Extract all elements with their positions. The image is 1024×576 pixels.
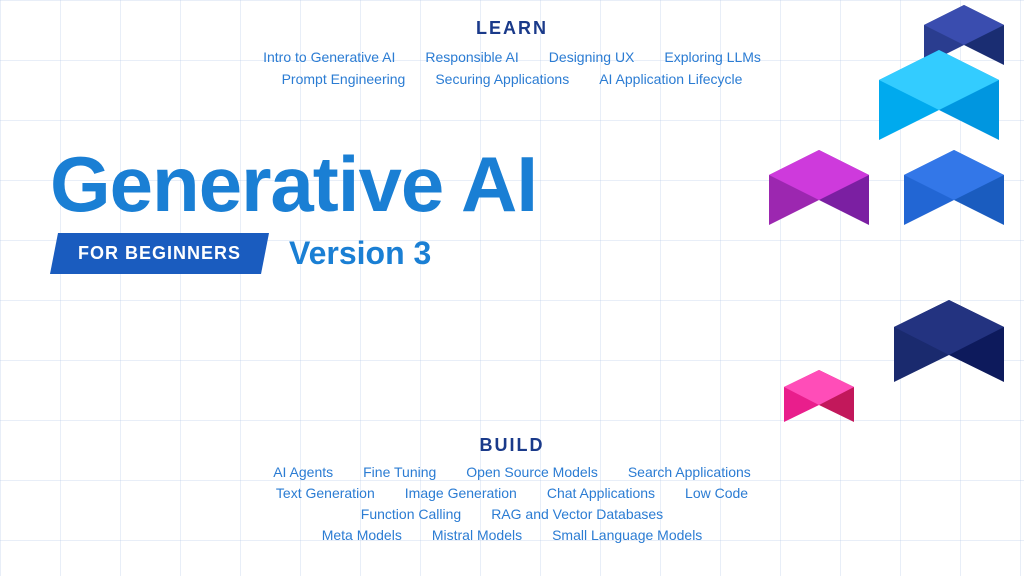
build-link-fine-tuning[interactable]: Fine Tuning [363,464,436,480]
hero-area: Generative AI FOR BEGINNERS Version 3 [50,145,710,274]
build-link-rag[interactable]: RAG and Vector Databases [491,506,663,522]
build-link-ai-agents[interactable]: AI Agents [273,464,333,480]
learn-link-prompt[interactable]: Prompt Engineering [282,71,406,87]
build-link-search-apps[interactable]: Search Applications [628,464,751,480]
cubes-svg [704,0,1024,480]
for-beginners-badge: FOR BEGINNERS [50,233,269,274]
learn-link-intro[interactable]: Intro to Generative AI [263,49,395,65]
build-link-small-lang[interactable]: Small Language Models [552,527,702,543]
build-section: BUILD AI Agents Fine Tuning Open Source … [0,435,1024,548]
learn-link-securing[interactable]: Securing Applications [435,71,569,87]
learn-link-responsible[interactable]: Responsible AI [425,49,518,65]
build-link-low-code[interactable]: Low Code [685,485,748,501]
version-text: Version 3 [289,235,431,272]
hero-title: Generative AI [50,145,710,223]
build-row-3: Function Calling RAG and Vector Database… [0,506,1024,522]
build-link-open-source[interactable]: Open Source Models [466,464,598,480]
build-link-function-calling[interactable]: Function Calling [361,506,461,522]
build-title: BUILD [0,435,1024,456]
learn-link-ux[interactable]: Designing UX [549,49,635,65]
build-link-image-gen[interactable]: Image Generation [405,485,517,501]
build-link-text-gen[interactable]: Text Generation [276,485,375,501]
badge-row: FOR BEGINNERS Version 3 [50,233,710,274]
build-row-2: Text Generation Image Generation Chat Ap… [0,485,1024,501]
build-link-chat-apps[interactable]: Chat Applications [547,485,655,501]
cubes-decoration [704,0,1024,480]
build-row-1: AI Agents Fine Tuning Open Source Models… [0,464,1024,480]
build-link-meta-models[interactable]: Meta Models [322,527,402,543]
build-row-4: Meta Models Mistral Models Small Languag… [0,527,1024,543]
build-link-mistral[interactable]: Mistral Models [432,527,522,543]
